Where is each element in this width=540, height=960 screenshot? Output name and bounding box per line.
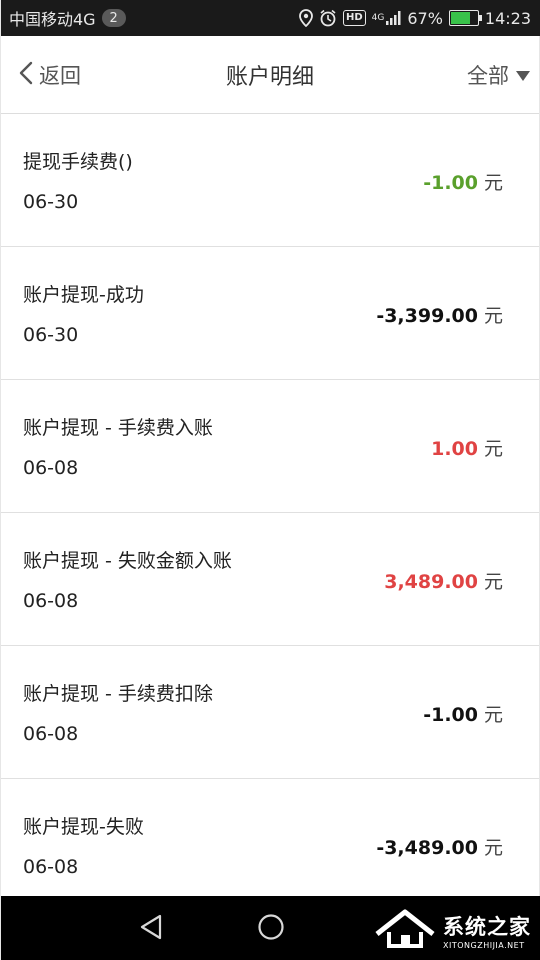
app-header: 返回 账户明细 全部 bbox=[1, 36, 539, 114]
status-bar: 中国移动4G 2 HD 4G 67% 14:23 bbox=[1, 0, 540, 36]
currency-unit: 元 bbox=[483, 438, 503, 460]
watermark: 系统之家 XITONGZHIJIA.NET bbox=[375, 908, 531, 952]
transaction-title: 账户提现 - 手续费扣除 bbox=[23, 683, 213, 705]
location-icon bbox=[299, 9, 313, 27]
transaction-title: 账户提现-成功 bbox=[23, 284, 144, 306]
transaction-date: 06-08 bbox=[23, 723, 79, 745]
home-circle-icon[interactable] bbox=[257, 913, 285, 945]
back-button[interactable]: 返回 bbox=[19, 36, 81, 114]
hd-icon: HD bbox=[342, 10, 366, 26]
transaction-row[interactable]: 账户提现 - 手续费入账 06-08 1.00 元 bbox=[1, 380, 539, 513]
transaction-title: 账户提现-失败 bbox=[23, 816, 144, 838]
signal-icon: 4G bbox=[372, 10, 402, 26]
transaction-amount: 3,489.00 bbox=[384, 571, 478, 593]
transaction-amount: -1.00 bbox=[423, 704, 478, 726]
network-type-label: 4G bbox=[371, 12, 385, 23]
currency-unit: 元 bbox=[483, 837, 503, 859]
clock: 14:23 bbox=[484, 8, 531, 28]
transaction-amount-group: -1.00 元 bbox=[423, 168, 503, 195]
transaction-row[interactable]: 账户提现-成功 06-30 -3,399.00 元 bbox=[1, 247, 539, 380]
transaction-amount-group: 1.00 元 bbox=[431, 434, 503, 461]
transaction-row[interactable]: 提现手续费() 06-30 -1.00 元 bbox=[1, 114, 539, 247]
transaction-date: 06-08 bbox=[23, 590, 79, 612]
transaction-title: 账户提现 - 手续费入账 bbox=[23, 417, 213, 439]
battery-level bbox=[450, 12, 470, 24]
transaction-row[interactable]: 账户提现 - 失败金额入账 06-08 3,489.00 元 bbox=[1, 513, 539, 646]
currency-unit: 元 bbox=[483, 571, 503, 593]
filter-dropdown[interactable]: 全部 bbox=[467, 36, 531, 114]
carrier-label: 中国移动4G bbox=[9, 10, 96, 29]
transaction-amount-group: -1.00 元 bbox=[423, 700, 503, 727]
triangle-down-icon bbox=[515, 63, 531, 87]
status-bar-left: 中国移动4G 2 bbox=[9, 6, 126, 30]
back-triangle-icon[interactable] bbox=[139, 913, 163, 945]
transaction-amount: -3,489.00 bbox=[376, 837, 478, 859]
transaction-date: 06-30 bbox=[23, 324, 79, 346]
notification-count-badge: 2 bbox=[101, 9, 126, 27]
page-title: 账户明细 bbox=[225, 64, 314, 90]
currency-unit: 元 bbox=[483, 172, 503, 194]
transaction-date: 06-30 bbox=[23, 191, 79, 213]
transaction-amount-group: -3,399.00 元 bbox=[376, 301, 503, 328]
currency-unit: 元 bbox=[483, 704, 503, 726]
battery-percent: 67% bbox=[407, 8, 443, 28]
transaction-title: 提现手续费() bbox=[23, 151, 133, 173]
transaction-date: 06-08 bbox=[23, 457, 79, 479]
watermark-text: 系统之家 XITONGZHIJIA.NET bbox=[443, 911, 531, 950]
transaction-amount-group: -3,489.00 元 bbox=[376, 833, 503, 860]
back-button-label: 返回 bbox=[39, 64, 81, 88]
chevron-left-icon bbox=[19, 61, 33, 90]
watermark-main: 系统之家 bbox=[443, 914, 531, 939]
house-logo-icon bbox=[375, 908, 437, 952]
transaction-amount: -3,399.00 bbox=[376, 305, 478, 327]
transaction-amount: -1.00 bbox=[423, 172, 478, 194]
transaction-amount: 1.00 bbox=[431, 438, 478, 460]
transaction-list: 提现手续费() 06-30 -1.00 元 账户提现-成功 06-30 -3,3… bbox=[1, 114, 539, 912]
transaction-row[interactable]: 账户提现 - 手续费扣除 06-08 -1.00 元 bbox=[1, 646, 539, 779]
currency-unit: 元 bbox=[483, 305, 503, 327]
transaction-title: 账户提现 - 失败金额入账 bbox=[23, 550, 232, 572]
transaction-row[interactable]: 账户提现-失败 06-08 -3,489.00 元 bbox=[1, 779, 539, 912]
filter-dropdown-label: 全部 bbox=[467, 64, 509, 88]
watermark-sub: XITONGZHIJIA.NET bbox=[443, 940, 525, 950]
battery-icon bbox=[448, 10, 482, 26]
system-nav-bar: 系统之家 XITONGZHIJIA.NET bbox=[1, 896, 540, 960]
transaction-date: 06-08 bbox=[23, 856, 79, 878]
transaction-amount-group: 3,489.00 元 bbox=[384, 567, 503, 594]
status-bar-right: HD 4G 67% 14:23 bbox=[299, 9, 531, 28]
alarm-icon bbox=[319, 9, 337, 27]
